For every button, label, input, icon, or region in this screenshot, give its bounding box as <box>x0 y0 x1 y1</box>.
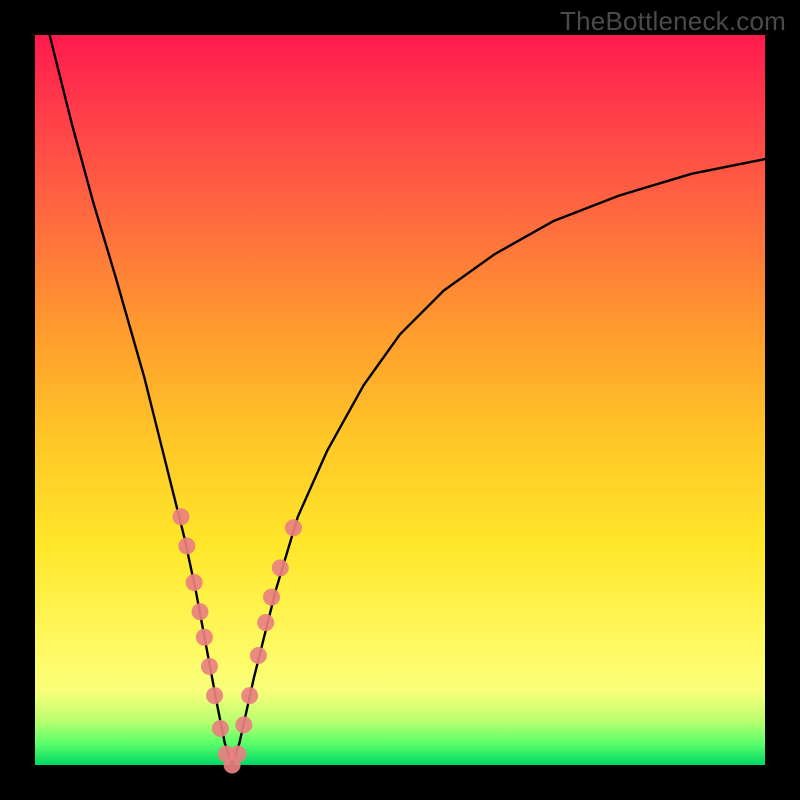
curve-marker <box>173 508 190 525</box>
curve-marker <box>250 647 267 664</box>
curve-marker <box>191 603 208 620</box>
curve-marker <box>196 629 213 646</box>
curve-marker <box>257 614 274 631</box>
bottleneck-curve <box>50 35 765 765</box>
curve-marker <box>206 687 223 704</box>
curve-marker <box>229 746 246 763</box>
curve-marker <box>272 559 289 576</box>
plot-area <box>35 35 765 765</box>
curve-svg <box>35 35 765 765</box>
curve-marker <box>241 687 258 704</box>
curve-marker <box>186 574 203 591</box>
chart-frame: TheBottleneck.com <box>0 0 800 800</box>
curve-marker <box>201 658 218 675</box>
curve-marker <box>263 589 280 606</box>
curve-marker <box>285 519 302 536</box>
curve-marker <box>212 720 229 737</box>
curve-marker <box>178 538 195 555</box>
curve-marker <box>235 716 252 733</box>
watermark-text: TheBottleneck.com <box>560 6 786 37</box>
curve-markers <box>173 508 302 773</box>
